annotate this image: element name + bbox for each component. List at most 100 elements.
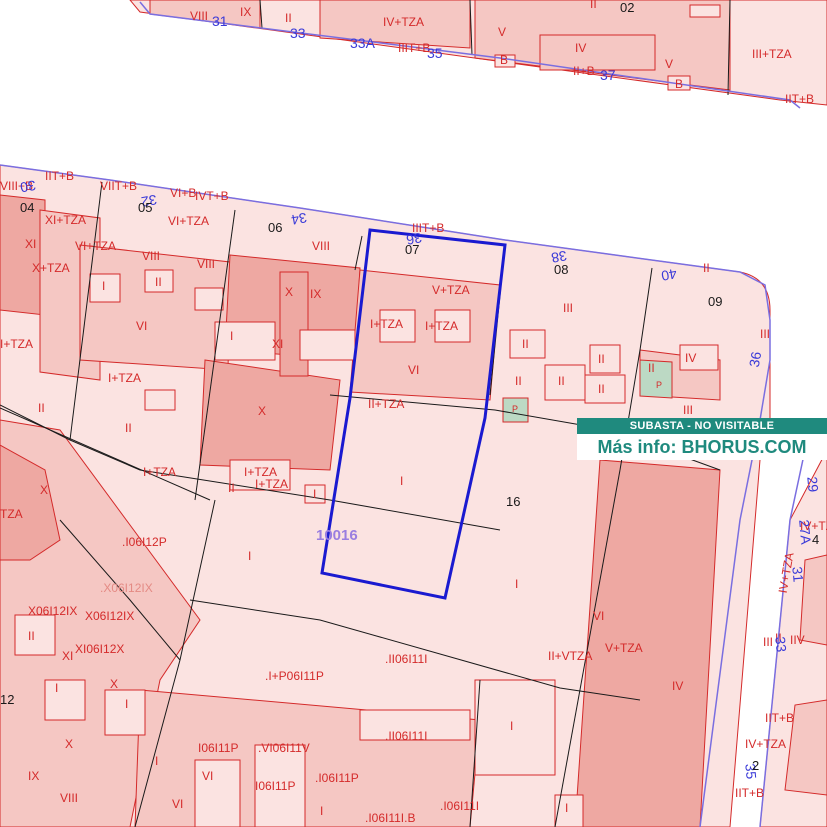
parcel-number: 05 — [138, 200, 152, 215]
label: II — [648, 361, 655, 375]
label: III — [563, 301, 573, 315]
label: IX — [28, 769, 39, 783]
label: III — [760, 327, 770, 341]
label: II+TZA — [368, 397, 404, 411]
label: I — [230, 329, 233, 343]
label: II — [598, 382, 605, 396]
label: IIIT+B — [398, 41, 430, 55]
label: II — [703, 261, 710, 275]
label: IV+TZA — [745, 737, 786, 751]
label: III — [683, 403, 693, 417]
label: I+TZA — [255, 477, 288, 491]
label: .I06I11I.B — [365, 811, 415, 825]
label: II — [515, 374, 522, 388]
label: B — [500, 53, 508, 67]
label: IIT+B — [765, 711, 794, 725]
label: I — [510, 719, 513, 733]
label: P — [512, 404, 518, 414]
label: IVT+B — [195, 189, 229, 203]
label: B — [675, 77, 683, 91]
label: I — [155, 754, 158, 768]
label: V — [665, 57, 673, 71]
label: .I06I12P — [122, 535, 167, 549]
parcel-number: 4 — [812, 532, 819, 547]
street-number: 33 — [772, 636, 789, 653]
label: P — [656, 380, 662, 390]
label: V — [498, 25, 506, 39]
parcel-number: 09 — [708, 294, 722, 309]
label: X06I12IX — [85, 609, 134, 623]
street-number: 30 — [19, 177, 37, 195]
label: IX — [310, 287, 321, 301]
parcel-number: 2 — [752, 758, 759, 773]
label: V+TZA — [432, 283, 470, 297]
label: I+TZA — [108, 371, 141, 385]
label: I — [515, 577, 518, 591]
parcel-number: 04 — [20, 200, 34, 215]
label: TZA — [0, 507, 23, 521]
label: X06I12IX — [28, 604, 77, 618]
label: I — [102, 279, 105, 293]
label: IV — [685, 351, 696, 365]
label: X — [285, 285, 293, 299]
banner-status: SUBASTA - NO VISITABLE — [577, 418, 827, 434]
label: VIII — [312, 239, 330, 253]
label: I+TZA — [425, 319, 458, 333]
label: II — [28, 629, 35, 643]
label: I — [55, 681, 58, 695]
label: IX — [240, 5, 251, 19]
label: X — [258, 404, 266, 418]
label: XI — [62, 649, 73, 663]
label: .I06I11P — [315, 771, 359, 785]
label: VI — [136, 319, 147, 333]
label: VI+B — [170, 186, 196, 200]
main-block — [0, 164, 771, 827]
label: XI — [25, 237, 36, 251]
label: .I+P06I11P — [265, 669, 324, 683]
parcel-number: 02 — [620, 0, 634, 15]
label: .VI06I11V — [258, 741, 310, 755]
parcel-number: 16 — [506, 494, 520, 509]
label: III+TZA — [752, 47, 792, 61]
label: XI+TZA — [45, 213, 86, 227]
label: III — [763, 635, 773, 649]
label: I06I11P — [255, 779, 295, 793]
label: .II06I11I — [385, 652, 427, 666]
label: I — [125, 697, 128, 711]
cadastral-map[interactable]: VIII IX II IV+TZA V II IV V III+TZA IIIT… — [0, 0, 827, 827]
banner-link[interactable]: Más info: BHORUS.COM — [577, 434, 827, 460]
label: I06I11P — [198, 741, 238, 755]
label: VIII — [142, 249, 160, 263]
label: II — [558, 374, 565, 388]
label: II — [228, 481, 235, 495]
label: X — [65, 737, 73, 751]
auction-banner[interactable]: SUBASTA - NO VISITABLE Más info: BHORUS.… — [577, 418, 827, 460]
parcel-number: 07 — [405, 242, 419, 257]
label: V+TZA — [605, 641, 643, 655]
label: IV — [672, 679, 683, 693]
label: I+TZA — [370, 317, 403, 331]
label: IV+TZA — [383, 15, 424, 29]
label: I — [313, 487, 316, 501]
label: .I06I11I — [440, 799, 479, 813]
label: I — [320, 804, 323, 818]
label: IIT+B — [785, 92, 814, 106]
label: II — [155, 275, 162, 289]
street-number: 36 — [746, 350, 764, 368]
label: VI — [593, 609, 604, 623]
label: XI06I12X — [75, 642, 124, 656]
street-number: 29 — [804, 476, 821, 493]
label: X — [110, 677, 118, 691]
street-number: 33A — [350, 35, 376, 51]
label: VIII — [190, 9, 208, 23]
label: VI — [408, 363, 419, 377]
label: II — [38, 401, 45, 415]
label: XI — [272, 337, 283, 351]
label: VI — [172, 797, 183, 811]
label: VI+TZA — [168, 214, 209, 228]
street-number: 33 — [290, 25, 306, 41]
label: IV — [575, 41, 586, 55]
street-number: 31 — [212, 13, 228, 29]
label: I+TZA — [143, 465, 176, 479]
parcel-number: 12 — [0, 692, 14, 707]
